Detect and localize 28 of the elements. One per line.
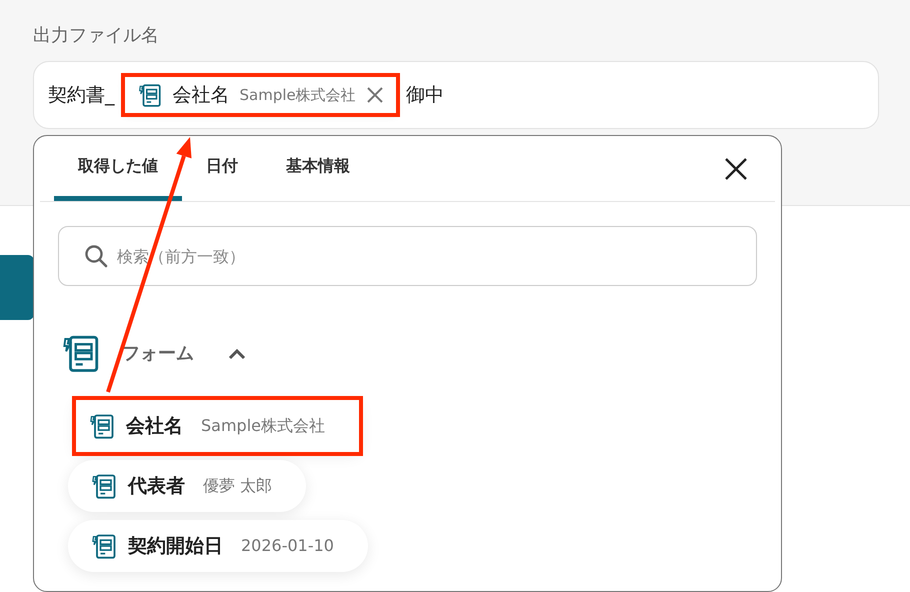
remove-chip-button[interactable] [366, 86, 384, 104]
field-text: 御中 [406, 82, 444, 108]
file-name-field[interactable]: 契約書_ 会社名 Sample株式会社 御中 [33, 61, 879, 129]
close-icon [725, 158, 747, 180]
chip-name: 会社名 [172, 82, 230, 108]
form-icon [90, 532, 118, 560]
item-name: 契約開始日 [128, 534, 223, 559]
group-title: フォーム [122, 342, 194, 366]
form-icon [90, 472, 118, 500]
form-icon [136, 82, 162, 108]
variable-chip[interactable]: 会社名 Sample株式会社 [124, 76, 396, 114]
item-value: 優夢 太郎 [203, 475, 272, 497]
tab[interactable]: 日付 [182, 136, 262, 201]
chip-value: Sample株式会社 [240, 84, 356, 106]
form-icon [88, 412, 116, 440]
field-label: 出力ファイル名 [33, 24, 160, 48]
close-icon [366, 86, 384, 104]
variable-item[interactable]: 会社名 Sample株式会社 [76, 400, 359, 452]
variable-item[interactable]: 代表者 優夢 太郎 [68, 460, 306, 512]
item-value: Sample株式会社 [201, 415, 325, 437]
item-value: 2026-01-10 [241, 535, 334, 557]
chevron-up-icon [228, 348, 246, 360]
search-field[interactable]: 検索（前方一致） [58, 226, 757, 286]
variable-item[interactable]: 契約開始日 2026-01-10 [68, 520, 368, 572]
item-name: 代表者 [128, 474, 185, 499]
tab[interactable]: 基本情報 [262, 136, 374, 201]
field-text: 契約書_ [48, 82, 114, 108]
item-name: 会社名 [126, 414, 183, 439]
